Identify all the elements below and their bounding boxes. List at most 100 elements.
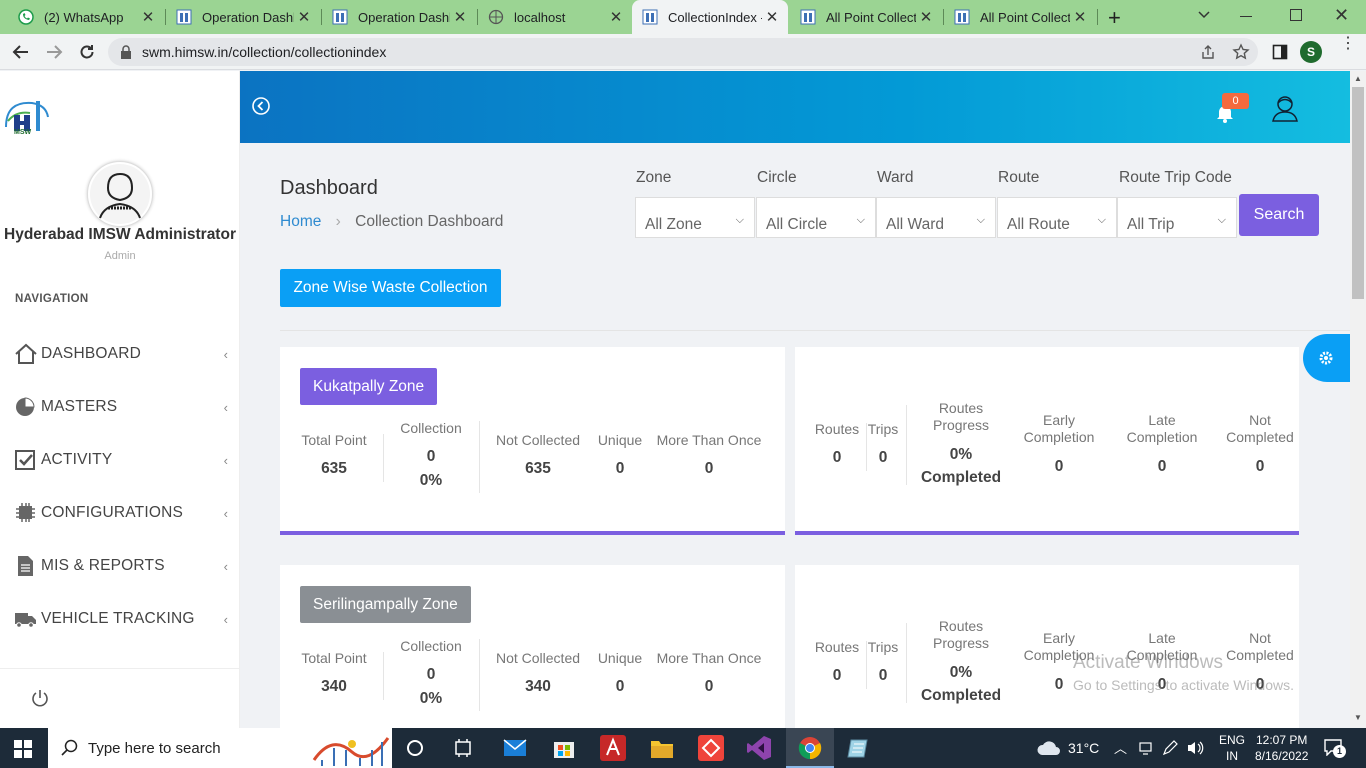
browser-menu-icon[interactable]: ⋮ <box>1340 36 1356 52</box>
ipocc-app-icon[interactable] <box>600 735 626 761</box>
search-button[interactable]: Search <box>1239 194 1319 236</box>
late-completion-value: 0 <box>1157 458 1167 475</box>
sidebar-item-dashboard[interactable]: DASHBOARD ‹ <box>14 339 228 369</box>
weather-temperature[interactable]: 31°C <box>1068 740 1099 756</box>
sidebar-item-configurations[interactable]: CONFIGURATIONS ‹ <box>14 498 228 528</box>
routes-value: 0 <box>832 449 842 466</box>
browser-tab[interactable]: localhost ✕ <box>478 0 632 34</box>
settings-float-button[interactable] <box>1303 334 1350 382</box>
action-center[interactable]: 1 <box>1324 738 1346 758</box>
windows-taskbar: Type here to search 31°C ︿ ENG IN 12:07 … <box>0 728 1366 768</box>
route-select[interactable]: All Route ⌵ <box>997 197 1117 238</box>
address-bar[interactable]: swm.himsw.in/collection/collectionindex <box>108 38 1258 66</box>
site-favicon-icon <box>800 9 816 25</box>
taskbar-search-box[interactable]: Type here to search <box>48 728 392 768</box>
scroll-up-icon[interactable]: ▲ <box>1354 74 1362 83</box>
browser-tab-bar: (2) WhatsApp ✕ Operation Dashb ✕ Operati… <box>0 0 1366 34</box>
trips-cell: Trips 0 <box>865 421 901 467</box>
app-logo[interactable]: MSW <box>2 95 52 139</box>
close-tab-icon[interactable]: ✕ <box>762 8 782 26</box>
site-favicon-icon <box>642 9 658 25</box>
sidebar-item-mis-reports[interactable]: MIS & REPORTS ‹ <box>14 551 228 581</box>
power-icon[interactable] <box>30 688 50 708</box>
chevron-down-icon: ⌵ <box>1097 214 1106 226</box>
label: Routes Progress <box>932 400 990 433</box>
browser-tab[interactable]: Operation Dashb ✕ <box>322 0 476 34</box>
sidebar-item-vehicle-tracking[interactable]: VEHICLE TRACKING ‹ <box>14 604 228 634</box>
share-icon[interactable] <box>1200 44 1216 60</box>
activation-watermark-text: Go to Settings to activate Windows. <box>1073 677 1294 693</box>
browser-tab[interactable]: (2) WhatsApp ✕ <box>8 0 164 34</box>
clock-date[interactable]: 8/16/2022 <box>1255 749 1308 763</box>
task-view-icon[interactable] <box>454 739 472 757</box>
zone-select[interactable]: All Zone ⌵ <box>635 197 755 238</box>
home-icon <box>15 343 37 364</box>
scroll-down-icon[interactable]: ▼ <box>1354 713 1362 722</box>
user-profile-icon[interactable] <box>1270 93 1300 123</box>
store-icon[interactable] <box>553 737 575 759</box>
forward-arrow-icon[interactable] <box>45 43 63 61</box>
ward-select[interactable]: All Ward ⌵ <box>876 197 996 238</box>
whatsapp-icon <box>18 9 34 25</box>
file-explorer-icon[interactable] <box>650 737 674 759</box>
sidebar: MSW Hyderabad IMSW Administrator Admin N… <box>0 71 240 728</box>
close-window-button[interactable]: ✕ <box>1334 5 1349 26</box>
page-scrollbar[interactable]: ▲ ▼ <box>1350 71 1366 728</box>
lock-icon <box>121 45 131 59</box>
new-tab-button[interactable]: + <box>1108 5 1121 31</box>
user-name: Hyderabad IMSW Administrator <box>4 226 236 243</box>
total-point-cell: Total Point 635 <box>294 432 374 478</box>
action-center-badge: 1 <box>1333 745 1346 758</box>
scroll-thumb[interactable] <box>1352 87 1364 299</box>
mail-icon[interactable] <box>503 738 527 758</box>
maximize-button[interactable] <box>1290 9 1302 21</box>
anydesk-icon[interactable] <box>698 735 724 761</box>
network-icon[interactable] <box>1138 740 1154 756</box>
pen-icon[interactable] <box>1162 740 1178 756</box>
close-tab-icon[interactable]: ✕ <box>450 8 470 26</box>
trip-select[interactable]: All Trip ⌵ <box>1117 197 1237 238</box>
minimize-button[interactable] <box>1240 16 1252 17</box>
reload-icon[interactable] <box>78 43 96 61</box>
cortana-icon[interactable] <box>406 739 424 757</box>
input-region[interactable]: IN <box>1226 749 1238 763</box>
zone-wise-collection-button[interactable]: Zone Wise Waste Collection <box>280 269 501 307</box>
side-panel-icon[interactable] <box>1272 44 1288 60</box>
taskbar-chrome-active[interactable] <box>786 728 834 768</box>
close-tab-icon[interactable]: ✕ <box>1070 8 1090 26</box>
back-arrow-icon[interactable] <box>12 43 30 61</box>
notifications[interactable]: 0 <box>1216 93 1252 123</box>
close-tab-icon[interactable]: ✕ <box>606 8 626 26</box>
notepad-app-icon[interactable] <box>846 736 870 760</box>
page-title: Dashboard <box>280 177 378 199</box>
total-point-cell: Total Point 340 <box>294 650 374 696</box>
breadcrumb-home-link[interactable]: Home <box>280 213 321 230</box>
sidebar-item-masters[interactable]: MASTERS ‹ <box>14 392 228 422</box>
close-tab-icon[interactable]: ✕ <box>294 8 314 26</box>
user-avatar-icon <box>90 164 150 224</box>
not-collected-cell: Not Collected 340 <box>488 650 588 696</box>
sidebar-item-label: MASTERS <box>41 398 118 415</box>
browser-tab[interactable]: Operation Dashb ✕ <box>166 0 320 34</box>
volume-icon[interactable] <box>1186 740 1204 756</box>
avatar[interactable] <box>87 161 153 227</box>
circle-select[interactable]: All Circle ⌵ <box>756 197 876 238</box>
notification-badge: 0 <box>1222 93 1249 109</box>
label: Routes Progress <box>932 618 990 651</box>
browser-tab[interactable]: All Point Collecti ✕ <box>790 0 942 34</box>
close-tab-icon[interactable]: ✕ <box>138 8 158 26</box>
collapse-sidebar-icon[interactable] <box>251 96 271 116</box>
bookmark-star-icon[interactable] <box>1232 43 1250 61</box>
browser-tab-active[interactable]: CollectionIndex - ✕ <box>632 0 788 34</box>
gear-icon <box>1319 351 1333 365</box>
browser-tab[interactable]: All Point Collecti ✕ <box>944 0 1096 34</box>
close-tab-icon[interactable]: ✕ <box>916 8 936 26</box>
clock-time[interactable]: 12:07 PM <box>1256 733 1307 747</box>
sidebar-item-activity[interactable]: ACTIVITY ‹ <box>14 445 228 475</box>
profile-avatar[interactable]: S <box>1300 41 1322 63</box>
tray-chevron-up-icon[interactable]: ︿ <box>1114 738 1127 757</box>
windows-start-icon[interactable] <box>14 740 32 758</box>
visual-studio-icon[interactable] <box>746 735 772 761</box>
tab-search-chevron-icon[interactable] <box>1196 6 1212 22</box>
input-language[interactable]: ENG <box>1219 733 1245 747</box>
